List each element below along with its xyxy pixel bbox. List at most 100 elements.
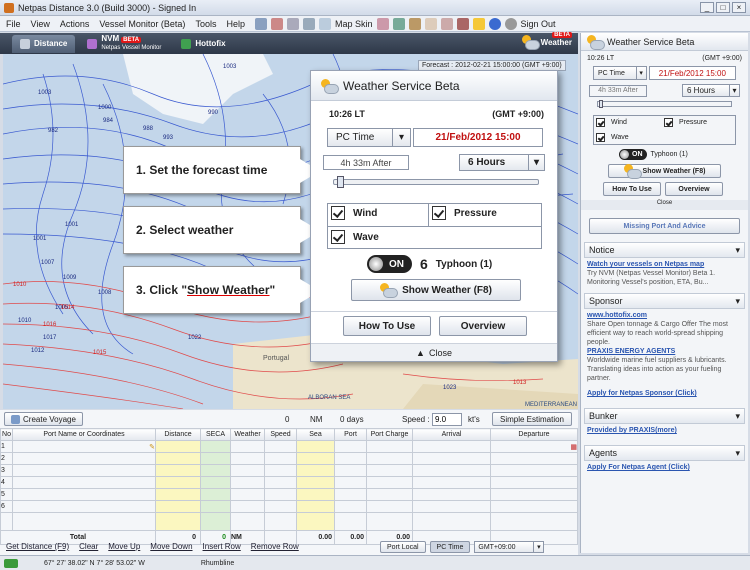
maximize-button[interactable]: □ [716, 2, 730, 13]
edit-port-icon[interactable]: ✎ [12, 440, 156, 453]
how-to-use-button[interactable]: How To Use [343, 316, 431, 336]
cell[interactable] [230, 440, 265, 453]
cell[interactable] [12, 476, 156, 489]
panel-close-bar[interactable]: Close [581, 200, 748, 210]
grid-icon[interactable] [318, 17, 331, 30]
cell[interactable] [230, 452, 265, 465]
remove-row-link[interactable]: Remove Row [251, 542, 299, 551]
port-icon[interactable] [408, 17, 421, 30]
notice-header[interactable]: Notice ▾ [584, 242, 745, 258]
cell[interactable] [230, 488, 265, 501]
cell[interactable] [200, 488, 231, 501]
overview-button[interactable]: Overview [439, 316, 527, 336]
tab-hottofix[interactable]: Hottofix [173, 35, 233, 53]
help-icon[interactable] [488, 17, 501, 30]
menu-tools[interactable]: Tools [195, 19, 216, 29]
cell[interactable] [412, 476, 491, 489]
ruler-icon[interactable] [302, 17, 315, 30]
close-window-button[interactable]: × [732, 2, 746, 13]
panel-wind-option[interactable]: Wind [596, 118, 627, 127]
weather-toolbar-icon[interactable] [472, 17, 485, 30]
cell[interactable] [230, 464, 265, 477]
menu-file[interactable]: File [6, 19, 21, 29]
sign-out-link[interactable]: Sign Out [521, 19, 556, 29]
missing-port-button[interactable]: Missing Port And Advice [589, 218, 740, 234]
cell[interactable] [412, 440, 491, 453]
layer-icon[interactable] [376, 17, 389, 30]
anchor-icon[interactable] [440, 17, 453, 30]
panel-datetime-field[interactable]: 21/Feb/2012 15:00 [648, 66, 736, 80]
clock-select[interactable]: PC Time ▾ [327, 128, 411, 147]
drop-icon[interactable] [424, 17, 437, 30]
map-skin-button[interactable]: Map Skin [335, 19, 373, 29]
agents-header[interactable]: Agents ▾ [584, 445, 745, 461]
menu-actions[interactable]: Actions [60, 19, 90, 29]
cell[interactable] [296, 440, 335, 453]
cell[interactable] [412, 464, 491, 477]
cell[interactable] [200, 464, 231, 477]
sponsor-link-praxis[interactable]: PRAXIS ENERGY AGENTS [587, 347, 742, 356]
panel-overview-button[interactable]: Overview [665, 182, 723, 196]
menu-help[interactable]: Help [226, 19, 245, 29]
apply-sponsor-link[interactable]: Apply for Netpas Sponsor (Click) [587, 389, 742, 398]
pressure-option[interactable]: Pressure [432, 206, 497, 220]
panel-typhoon-toggle[interactable]: ON [619, 149, 647, 160]
tab-distance[interactable]: Distance [12, 34, 76, 53]
cell[interactable] [200, 440, 231, 453]
table-row[interactable]: 2 [0, 452, 578, 465]
bunker-header[interactable]: Bunker ▾ [584, 408, 745, 424]
cell[interactable] [296, 464, 335, 477]
pressure-checkbox[interactable] [432, 206, 446, 220]
wind-option[interactable]: Wind [331, 206, 377, 220]
tab-weather[interactable]: Weather BETA [521, 32, 572, 50]
minimize-button[interactable]: _ [700, 2, 714, 13]
cell[interactable] [296, 500, 335, 513]
panel-pressure-checkbox[interactable] [664, 118, 673, 127]
cell[interactable] [296, 452, 335, 465]
typhoon-toggle[interactable]: ON [367, 255, 412, 273]
forecast-datetime-field[interactable]: 21/Feb/2012 15:00 [413, 128, 543, 147]
cell[interactable] [366, 500, 413, 513]
zoom-icon[interactable] [286, 17, 299, 30]
wave-option[interactable]: Wave [331, 230, 379, 244]
panel-wave-checkbox[interactable] [596, 133, 605, 142]
cell[interactable] [155, 476, 201, 489]
cell[interactable] [12, 452, 156, 465]
cell[interactable] [296, 476, 335, 489]
cell[interactable] [12, 500, 156, 513]
tab-nvm[interactable]: NVM BETA Netpas Vessel Monitor [79, 35, 169, 53]
cell[interactable] [200, 452, 231, 465]
cell[interactable] [155, 488, 201, 501]
timezone-select[interactable]: GMT+09:00 ▾ [474, 541, 545, 553]
cell[interactable] [490, 500, 578, 513]
table-row[interactable]: 5 [0, 488, 578, 501]
panel-how-to-use-button[interactable]: How To Use [603, 182, 661, 196]
cell[interactable] [155, 464, 201, 477]
cell[interactable] [334, 440, 367, 453]
table-row[interactable]: 4 [0, 476, 578, 489]
get-distance-link[interactable]: Get Distance (F9) [6, 542, 69, 551]
cell[interactable] [264, 464, 297, 477]
dialog-close-bar[interactable]: ▲ Close [311, 343, 557, 361]
show-weather-button[interactable]: Show Weather (F8) [351, 279, 521, 301]
simple-estimation-button[interactable]: Simple Estimation [492, 412, 572, 426]
table-row[interactable]: 6 [0, 500, 578, 513]
cell[interactable] [412, 488, 491, 501]
interval-select[interactable]: 6 Hours ▾ [459, 154, 545, 171]
panel-interval-select[interactable]: 6 Hours ▾ [682, 84, 740, 97]
panel-wind-checkbox[interactable] [596, 118, 605, 127]
clear-link[interactable]: Clear [79, 542, 98, 551]
cell[interactable] [155, 452, 201, 465]
cell[interactable] [334, 476, 367, 489]
print-icon[interactable] [254, 17, 267, 30]
cell[interactable] [366, 476, 413, 489]
cell[interactable] [264, 452, 297, 465]
panel-clock-select[interactable]: PC Time ▾ [593, 66, 647, 80]
cell[interactable] [230, 500, 265, 513]
cell[interactable] [334, 464, 367, 477]
cell[interactable] [412, 500, 491, 513]
panel-show-weather-button[interactable]: Show Weather (F8) [608, 164, 721, 179]
table-row[interactable]: 1 ✎ ▦ [0, 440, 578, 453]
menu-view[interactable]: View [31, 19, 50, 29]
cell[interactable] [230, 476, 265, 489]
